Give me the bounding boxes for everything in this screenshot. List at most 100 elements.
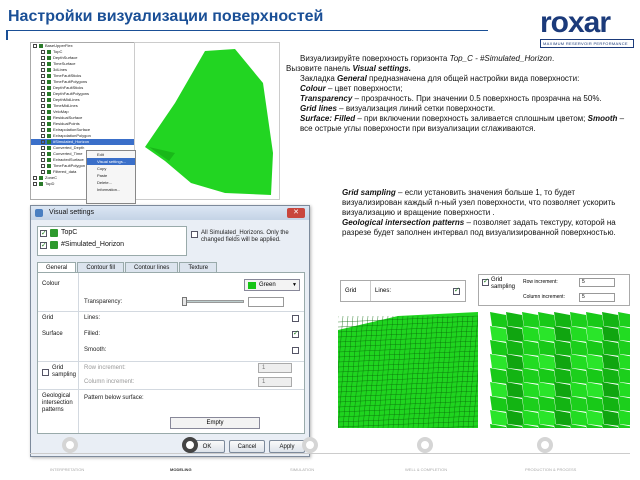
tree-checkbox[interactable] (41, 134, 45, 138)
tree-checkbox[interactable] (41, 56, 45, 60)
row-increment-label: Row increment: (84, 365, 126, 371)
colour-value: Green (259, 281, 276, 288)
tree-checkbox[interactable] (41, 62, 45, 66)
lines-checkbox[interactable] (292, 315, 299, 322)
colour-swatch (248, 281, 256, 289)
tree-checkbox[interactable] (41, 140, 45, 144)
surface-icon (47, 62, 51, 66)
object-checkbox[interactable] (40, 228, 47, 240)
lines-label: Lines: (375, 288, 392, 294)
filled-checkbox[interactable] (292, 329, 299, 338)
surface-facet (522, 410, 540, 426)
surface-icon (47, 170, 51, 174)
row-increment-stepper[interactable]: 5 (579, 278, 615, 287)
text-fragment: Surface: Filled (300, 114, 356, 123)
menu-item[interactable]: Edit (87, 151, 135, 158)
surface-icon (47, 92, 51, 96)
menu-item[interactable]: Paste (87, 172, 135, 179)
tree-checkbox[interactable] (41, 158, 45, 162)
colour-dropdown[interactable]: Green ▼ (244, 279, 300, 291)
row-increment-stepper[interactable]: 1 (258, 363, 292, 373)
logo-word: roxar (540, 6, 611, 39)
menu-item[interactable]: Information... (87, 186, 135, 193)
surface-facet (602, 382, 620, 398)
surface-facet (506, 340, 524, 356)
object-list: TopC #Simulated_Horizon (37, 226, 187, 256)
stage-label: MODELING (170, 467, 192, 472)
surface-icon (47, 68, 51, 72)
close-icon[interactable]: ✕ (287, 208, 305, 218)
roxar-logo: roxar MAXIMUM RESERVOIR PERFORMANCE (540, 8, 634, 48)
text-fragment: – прозрачность. При значении 0.5 поверхн… (354, 94, 602, 103)
surface-icon (47, 128, 51, 132)
stage-label: WELL & COMPLETION (405, 467, 448, 472)
surface-facet (586, 326, 604, 342)
divider (38, 389, 304, 390)
tree-checkbox[interactable] (41, 92, 45, 96)
surface-facet (538, 354, 556, 370)
tree-checkbox[interactable] (41, 146, 45, 150)
tree-checkbox[interactable] (41, 164, 45, 168)
tree-checkbox[interactable] (33, 44, 37, 48)
surface-icon (47, 50, 51, 54)
text-fragment: – визуализация линий сетки поверхности. (339, 104, 496, 113)
stage-ring-icon (182, 437, 198, 453)
tree-checkbox[interactable] (41, 122, 45, 126)
surface-icon (47, 164, 51, 168)
slider-handle[interactable] (182, 297, 187, 306)
surface-icon (50, 229, 58, 237)
column-increment-stepper[interactable]: 5 (579, 293, 615, 302)
surface-facet (618, 312, 630, 328)
grid-sampling-checkbox[interactable] (42, 369, 49, 376)
surface-facet (538, 396, 556, 412)
tree-checkbox[interactable] (41, 50, 45, 54)
surface-facet (618, 410, 630, 426)
tree-checkbox[interactable] (33, 182, 37, 186)
surface-facet (490, 410, 508, 426)
surface-icon (47, 140, 51, 144)
tree-checkbox[interactable] (41, 86, 45, 90)
transparency-slider[interactable] (186, 300, 244, 303)
surface-facet (602, 326, 620, 342)
logo-tagline: MAXIMUM RESERVOIR PERFORMANCE (540, 39, 634, 48)
surface-icon (47, 116, 51, 120)
all-objects-option[interactable]: All Simulated_Horizons. Only the changed… (191, 230, 309, 244)
surface-facet (506, 368, 524, 384)
pattern-dropdown[interactable]: Empty (170, 417, 260, 429)
menu-item[interactable]: Copy (87, 165, 135, 172)
menu-item[interactable]: Delete... (87, 179, 135, 186)
surface-icon (47, 134, 51, 138)
tree-checkbox[interactable] (33, 176, 37, 180)
list-item[interactable]: #Simulated_Horizon (38, 239, 186, 252)
text-fragment: Visual settings. (352, 64, 411, 73)
menu-item[interactable]: Visual settings... (87, 158, 135, 165)
tree-checkbox[interactable] (41, 128, 45, 132)
divider (38, 361, 304, 362)
lines-checkbox[interactable] (453, 286, 460, 295)
tree-checkbox[interactable] (41, 80, 45, 84)
tree-checkbox[interactable] (41, 98, 45, 102)
grid-sampling-checkbox[interactable] (482, 277, 489, 286)
tree-checkbox[interactable] (41, 170, 45, 174)
tree-checkbox[interactable] (41, 74, 45, 78)
tree-checkbox[interactable] (41, 104, 45, 108)
transparency-input[interactable] (248, 297, 284, 307)
surface-facet (554, 340, 572, 356)
column-increment-stepper[interactable]: 1 (258, 377, 292, 387)
surface-facet (554, 326, 572, 342)
list-item[interactable]: TopC (38, 227, 186, 240)
divider (38, 311, 304, 312)
surface-label: Surface (42, 331, 63, 337)
smooth-checkbox[interactable] (292, 347, 299, 354)
text-fragment: Top_C - #Simulated_Horizon (449, 54, 553, 63)
tree-checkbox[interactable] (41, 68, 45, 72)
tree-checkbox[interactable] (41, 116, 45, 120)
transparency-label: Transparency: (84, 299, 123, 305)
tree-checkbox[interactable] (41, 110, 45, 114)
all-objects-checkbox[interactable] (191, 231, 198, 238)
surface-facet (554, 410, 572, 426)
surface-icon (47, 104, 51, 108)
tree-checkbox[interactable] (41, 152, 45, 156)
surface-facet (586, 312, 604, 328)
object-checkbox[interactable] (40, 240, 47, 252)
